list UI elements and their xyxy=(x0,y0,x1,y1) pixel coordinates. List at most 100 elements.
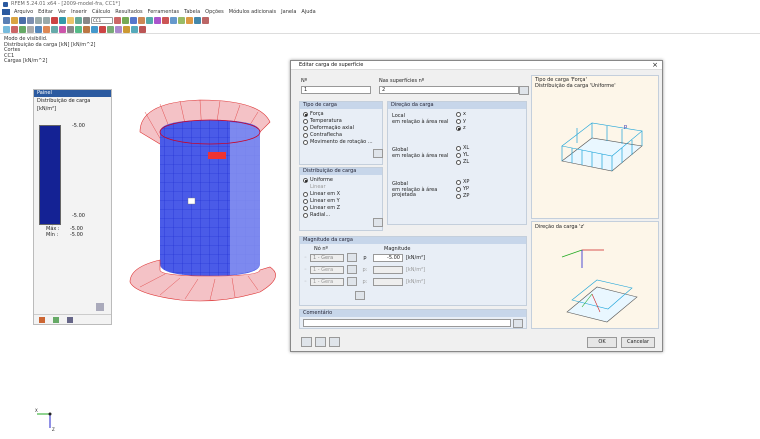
load-type-camber[interactable]: Contraflecha xyxy=(303,132,379,139)
pick-node-icon[interactable] xyxy=(346,253,357,262)
menu-opcoes[interactable]: Opções xyxy=(205,9,224,15)
open-file-icon[interactable] xyxy=(11,17,18,24)
dist-linear-y[interactable]: Linear em Y xyxy=(303,198,379,205)
node-select[interactable]: 1 - Gera xyxy=(309,265,344,274)
tool-icon[interactable] xyxy=(35,25,42,33)
tool-icon[interactable] xyxy=(178,17,185,24)
dir-xl[interactable]: XL xyxy=(456,145,469,152)
radial-settings-icon[interactable] xyxy=(373,218,383,227)
number-field[interactable]: 1 xyxy=(301,86,371,94)
load-type-force[interactable]: Força xyxy=(303,111,379,118)
filter-icon[interactable] xyxy=(67,317,73,323)
factors-icon[interactable] xyxy=(53,317,59,323)
ok-button[interactable]: OK xyxy=(587,337,617,348)
tool-icon[interactable] xyxy=(123,25,130,33)
tool-icon[interactable] xyxy=(67,25,74,33)
filter-icon[interactable] xyxy=(67,17,74,24)
system-menu-icon[interactable] xyxy=(2,9,10,15)
select-surfaces-icon[interactable] xyxy=(519,86,529,95)
tool-icon[interactable] xyxy=(202,17,209,24)
print-icon[interactable] xyxy=(27,17,34,24)
cancel-button[interactable]: Cancelar xyxy=(621,337,655,348)
view-icon[interactable] xyxy=(83,17,90,24)
dist-linear-x[interactable]: Linear em X xyxy=(303,191,379,198)
dir-x[interactable]: x xyxy=(456,111,466,118)
menu-inserir[interactable]: Inserir xyxy=(71,9,87,15)
magnitude-input[interactable] xyxy=(372,265,403,274)
close-icon[interactable]: × xyxy=(652,61,658,70)
tool-icon[interactable] xyxy=(83,25,90,33)
table-icon[interactable] xyxy=(75,17,82,24)
menu-resultados[interactable]: Resultados xyxy=(115,9,142,15)
dir-y[interactable]: y xyxy=(456,118,466,125)
results-icon[interactable] xyxy=(59,17,66,24)
comment-library-icon[interactable] xyxy=(513,319,523,328)
tool-icon[interactable] xyxy=(107,25,114,33)
menu-janela[interactable]: Janela xyxy=(281,9,296,15)
load-type-rotation[interactable]: Movimento de rotação ... xyxy=(303,139,379,146)
node-select[interactable]: 1 - Gera xyxy=(309,277,344,286)
load-type-temperature[interactable]: Temperatura xyxy=(303,118,379,125)
magnitude-input[interactable] xyxy=(372,277,403,286)
dist-linear[interactable]: Linear xyxy=(303,184,379,191)
dir-zp[interactable]: ZP xyxy=(456,193,469,200)
menu-ferramentas[interactable]: Ferramentas xyxy=(148,9,180,15)
calc-icon[interactable] xyxy=(51,17,58,24)
rotation-settings-icon[interactable] xyxy=(373,149,383,158)
dir-xp[interactable]: XP xyxy=(456,179,469,186)
dist-uniform[interactable]: Uniforme xyxy=(303,177,379,184)
tool-icon[interactable] xyxy=(99,25,106,33)
menu-arquivo[interactable]: Arquivo xyxy=(14,9,33,15)
pick-node-icon[interactable] xyxy=(346,277,357,286)
default-settings-icon[interactable] xyxy=(329,337,340,347)
help-icon[interactable] xyxy=(301,337,312,347)
menu-tabela[interactable]: Tabela xyxy=(184,9,200,15)
menu-ver[interactable]: Ver xyxy=(58,9,66,15)
load-case-select[interactable]: CC1 xyxy=(91,17,113,24)
dir-yp[interactable]: YP xyxy=(456,186,469,193)
panel-settings-icon[interactable] xyxy=(96,303,104,311)
dist-linear-z[interactable]: Linear em Z xyxy=(303,205,379,212)
tool-icon[interactable] xyxy=(138,17,145,24)
dir-yl[interactable]: YL xyxy=(456,152,469,159)
tool-icon[interactable] xyxy=(194,17,201,24)
tool-icon[interactable] xyxy=(75,25,82,33)
tool-icon[interactable] xyxy=(139,25,146,33)
menu-ajuda[interactable]: Ajuda xyxy=(301,9,315,15)
node-select[interactable]: 1 - Gera xyxy=(309,253,344,262)
magnitude-extra-icon[interactable] xyxy=(355,291,365,300)
dist-radial[interactable]: Radial... xyxy=(303,212,379,219)
tool-icon[interactable] xyxy=(122,17,129,24)
tool-icon[interactable] xyxy=(146,17,153,24)
color-scale-icon[interactable] xyxy=(39,317,45,323)
menu-modulos[interactable]: Módulos adicionais xyxy=(229,9,276,15)
tool-icon[interactable] xyxy=(170,17,177,24)
menu-editar[interactable]: Editar xyxy=(38,9,53,15)
pick-node-icon[interactable] xyxy=(346,265,357,274)
tool-icon[interactable] xyxy=(115,25,122,33)
tool-icon[interactable] xyxy=(154,17,161,24)
tool-icon[interactable] xyxy=(130,17,137,24)
tool-icon[interactable] xyxy=(3,25,10,33)
new-file-icon[interactable] xyxy=(3,17,10,24)
tool-icon[interactable] xyxy=(43,25,50,33)
load-type-axial[interactable]: Deformação axial xyxy=(303,125,379,132)
tool-icon[interactable] xyxy=(91,25,98,33)
tool-icon[interactable] xyxy=(19,25,26,33)
tool-icon[interactable] xyxy=(186,17,193,24)
tool-icon[interactable] xyxy=(11,25,18,33)
tool-icon[interactable] xyxy=(114,17,121,24)
tool-icon[interactable] xyxy=(27,25,34,33)
dir-z[interactable]: z xyxy=(456,125,466,132)
dir-zl[interactable]: ZL xyxy=(456,159,469,166)
menu-calculo[interactable]: Cálculo xyxy=(92,9,110,15)
undo-icon[interactable] xyxy=(35,17,42,24)
tool-icon[interactable] xyxy=(51,25,58,33)
surfaces-field[interactable]: 2 xyxy=(379,86,519,94)
redo-icon[interactable] xyxy=(43,17,50,24)
tool-icon[interactable] xyxy=(131,25,138,33)
model-viewport[interactable] xyxy=(110,92,290,304)
units-icon[interactable] xyxy=(315,337,326,347)
comment-input[interactable] xyxy=(303,319,511,327)
magnitude-input[interactable]: -5.00 xyxy=(372,253,403,262)
